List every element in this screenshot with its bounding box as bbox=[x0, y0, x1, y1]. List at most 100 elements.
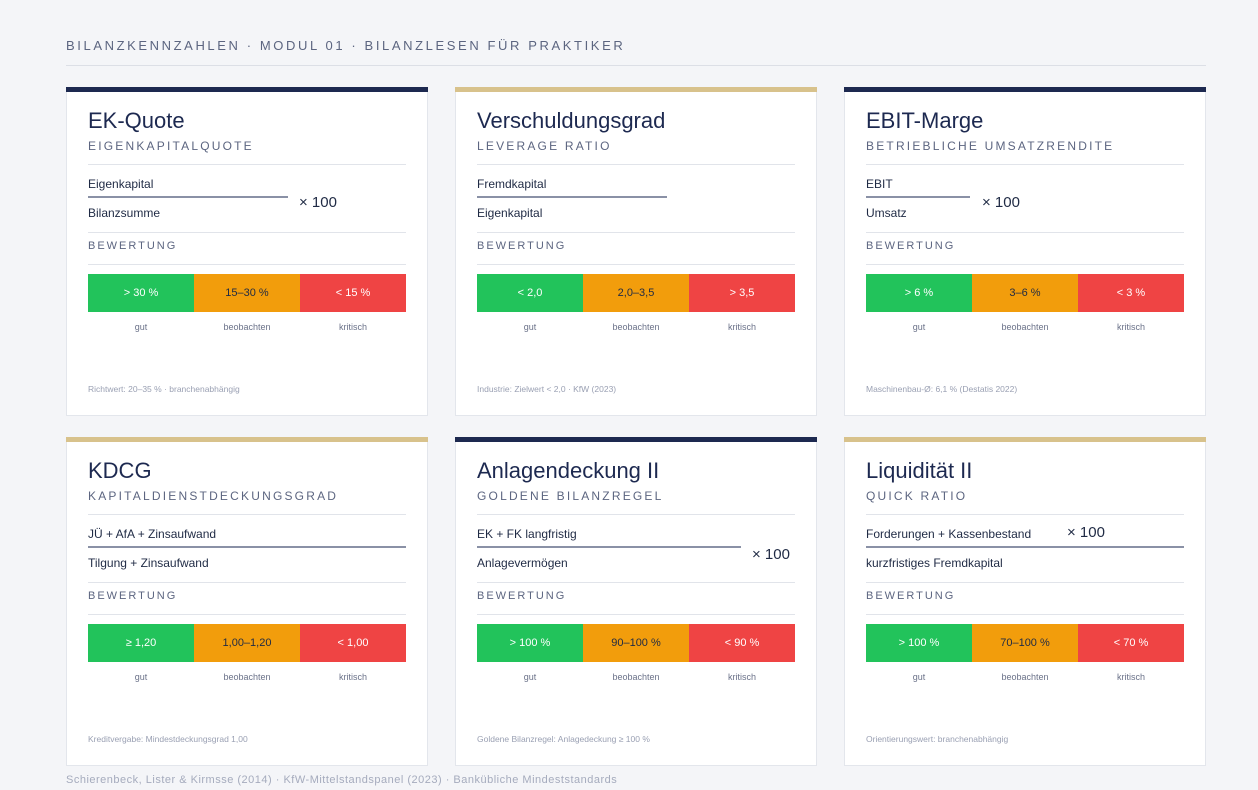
fraction-line bbox=[866, 546, 1184, 548]
zone-label-critical: kritisch bbox=[1116, 322, 1145, 332]
zone-good: ≥ 1,20 bbox=[88, 624, 194, 662]
zone-good: > 100 % bbox=[477, 624, 583, 662]
card-subtitle: GOLDENE BILANZREGEL bbox=[477, 489, 664, 503]
zone-watch: 70–100 % bbox=[972, 624, 1078, 662]
zone-label-critical: kritisch bbox=[338, 322, 367, 332]
zone-label-good: gut bbox=[523, 322, 537, 332]
formula-denominator: Eigenkapital bbox=[477, 206, 543, 220]
card-title: Liquidität II bbox=[866, 458, 973, 483]
formula-multiplier: × 100 bbox=[1067, 524, 1105, 541]
formula-multiplier: × 100 bbox=[982, 194, 1020, 211]
divider bbox=[477, 514, 795, 515]
divider bbox=[477, 232, 795, 233]
rating-scale: > 100 % 70–100 % < 70 % bbox=[866, 624, 1184, 662]
card-title: KDCG bbox=[88, 458, 152, 483]
zone-critical: < 70 % bbox=[1078, 624, 1184, 662]
zone-label-critical: kritisch bbox=[727, 322, 756, 332]
zone-watch: 2,0–3,5 bbox=[583, 274, 689, 312]
card-subtitle: LEVERAGE RATIO bbox=[477, 139, 612, 153]
evaluation-label: BEWERTUNG bbox=[866, 590, 956, 602]
kpi-card-verschuldungsgrad: Verschuldungsgrad LEVERAGE RATIO Fremdka… bbox=[455, 87, 817, 416]
card-note: Industrie: Zielwert < 2,0 · KfW (2023) bbox=[477, 384, 617, 394]
divider bbox=[88, 232, 406, 233]
card-note: Orientierungswert: branchenabhängig bbox=[866, 734, 1009, 744]
zone-critical: < 15 % bbox=[300, 274, 406, 312]
card-accent-bar bbox=[455, 87, 817, 92]
fraction-line bbox=[88, 546, 406, 548]
sources-footer: Schierenbeck, Lister & Kirmsse (2014) · … bbox=[66, 774, 618, 786]
zone-label-watch: beobachten bbox=[223, 672, 271, 682]
evaluation-label: BEWERTUNG bbox=[866, 240, 956, 252]
rating-scale: > 6 % 3–6 % < 3 % bbox=[866, 274, 1184, 312]
rating-labels: gut beobachten kritisch bbox=[477, 672, 795, 682]
zone-label-good: gut bbox=[134, 322, 148, 332]
page-header: BILANZKENNZAHLEN · MODUL 01 · BILANZLESE… bbox=[66, 38, 626, 53]
divider bbox=[866, 164, 1184, 165]
formula-multiplier: × 100 bbox=[299, 194, 337, 211]
divider bbox=[477, 614, 795, 615]
divider bbox=[866, 514, 1184, 515]
card-note: Kreditvergabe: Mindestdeckungsgrad 1,00 bbox=[88, 734, 248, 744]
formula-numerator: Forderungen + Kassenbestand bbox=[866, 527, 1032, 541]
rating-scale: ≥ 1,20 1,00–1,20 < 1,00 bbox=[88, 624, 406, 662]
divider bbox=[88, 164, 406, 165]
divider bbox=[88, 614, 406, 615]
card-subtitle: BETRIEBLICHE UMSATZRENDITE bbox=[866, 139, 1115, 153]
card-accent-bar bbox=[844, 437, 1206, 442]
zone-good: > 100 % bbox=[866, 624, 972, 662]
formula-numerator: EK + FK langfristig bbox=[477, 527, 577, 541]
divider bbox=[477, 582, 795, 583]
card-subtitle: QUICK RATIO bbox=[866, 489, 968, 503]
rating-labels: gut beobachten kritisch bbox=[866, 322, 1184, 332]
header-divider bbox=[66, 65, 1206, 66]
zone-label-watch: beobachten bbox=[1001, 672, 1049, 682]
zone-label-good: gut bbox=[912, 672, 926, 682]
zone-watch: 90–100 % bbox=[583, 624, 689, 662]
evaluation-label: BEWERTUNG bbox=[88, 240, 178, 252]
kpi-card-anlagendeckung: Anlagendeckung II GOLDENE BILANZREGEL EK… bbox=[455, 437, 817, 766]
evaluation-label: BEWERTUNG bbox=[88, 590, 178, 602]
card-accent-bar bbox=[66, 437, 428, 442]
card-accent-bar bbox=[66, 87, 428, 92]
divider bbox=[866, 582, 1184, 583]
zone-good: < 2,0 bbox=[477, 274, 583, 312]
kpi-grid: EK-Quote EIGENKAPITALQUOTE Eigenkapital … bbox=[66, 87, 1206, 767]
fraction-line bbox=[477, 196, 667, 198]
zone-label-good: gut bbox=[134, 672, 148, 682]
card-title: EK-Quote bbox=[88, 108, 185, 133]
divider bbox=[477, 164, 795, 165]
formula-numerator: JÜ + AfA + Zinsaufwand bbox=[88, 527, 217, 541]
divider bbox=[88, 514, 406, 515]
zone-good: > 6 % bbox=[866, 274, 972, 312]
kpi-card-ebit-marge: EBIT-Marge BETRIEBLICHE UMSATZRENDITE EB… bbox=[844, 87, 1206, 416]
formula-denominator: Bilanzsumme bbox=[88, 206, 161, 220]
zone-label-critical: kritisch bbox=[727, 672, 756, 682]
formula-denominator: Umsatz bbox=[866, 206, 907, 220]
card-title: Verschuldungsgrad bbox=[477, 108, 666, 133]
formula-numerator: Eigenkapital bbox=[88, 177, 154, 191]
zone-label-watch: beobachten bbox=[612, 672, 660, 682]
divider bbox=[88, 582, 406, 583]
card-note: Goldene Bilanzregel: Anlagedeckung ≥ 100… bbox=[477, 734, 650, 744]
card-subtitle: KAPITALDIENSTDECKUNGSGRAD bbox=[88, 489, 339, 503]
zone-label-watch: beobachten bbox=[612, 322, 660, 332]
formula-numerator: Fremdkapital bbox=[477, 177, 547, 191]
card-accent-bar bbox=[844, 87, 1206, 92]
zone-label-watch: beobachten bbox=[223, 322, 271, 332]
formula-multiplier: × 100 bbox=[752, 546, 790, 563]
fraction-line bbox=[866, 196, 970, 198]
evaluation-label: BEWERTUNG bbox=[477, 590, 567, 602]
card-note: Richtwert: 20–35 % · branchenabhängig bbox=[88, 384, 240, 394]
zone-watch: 15–30 % bbox=[194, 274, 300, 312]
evaluation-label: BEWERTUNG bbox=[477, 240, 567, 252]
kpi-card-kdcg: KDCG KAPITALDIENSTDECKUNGSGRAD JÜ + AfA … bbox=[66, 437, 428, 766]
zone-label-critical: kritisch bbox=[338, 672, 367, 682]
divider bbox=[866, 264, 1184, 265]
divider bbox=[477, 264, 795, 265]
rating-scale: > 30 % 15–30 % < 15 % bbox=[88, 274, 406, 312]
formula-denominator: Tilgung + Zinsaufwand bbox=[88, 556, 209, 570]
zone-label-watch: beobachten bbox=[1001, 322, 1049, 332]
rating-labels: gut beobachten kritisch bbox=[866, 672, 1184, 682]
divider bbox=[866, 614, 1184, 615]
rating-labels: gut beobachten kritisch bbox=[88, 322, 406, 332]
